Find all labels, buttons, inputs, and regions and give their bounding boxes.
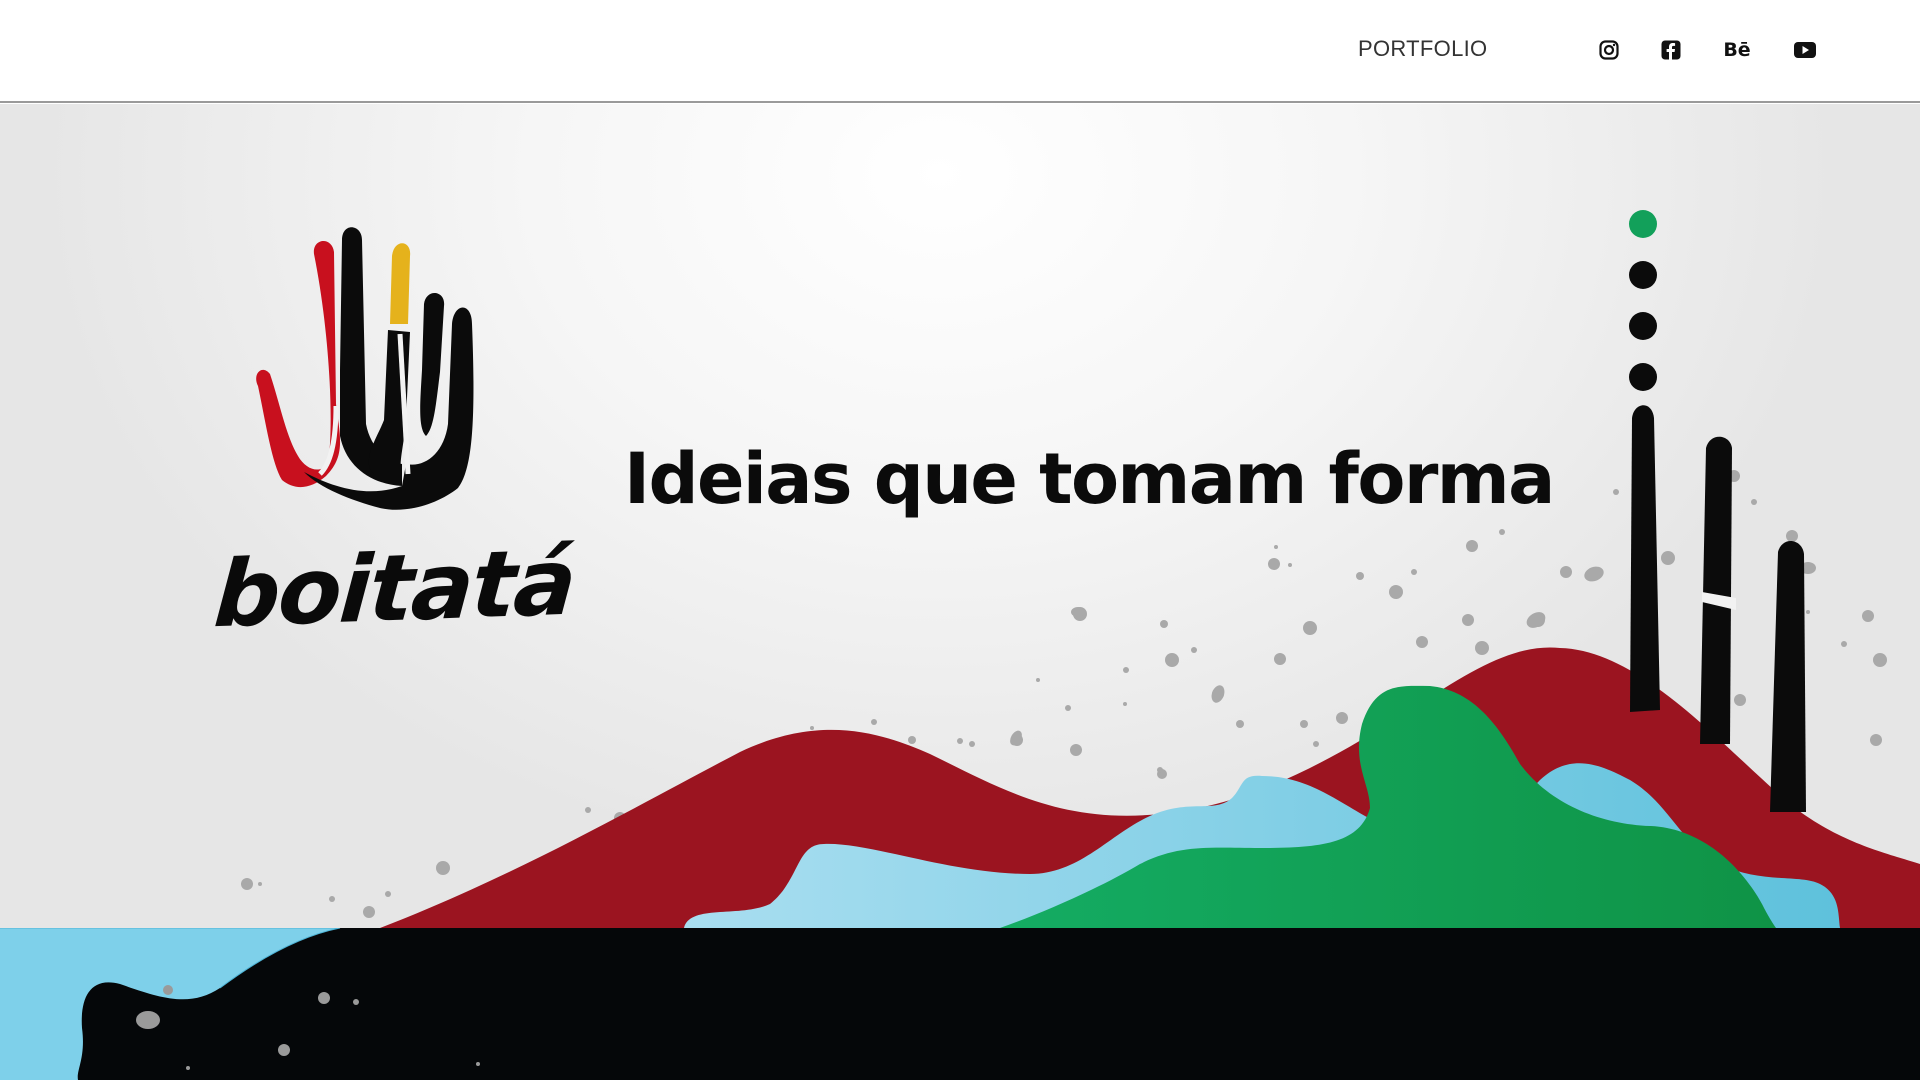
dark-section-illustration (0, 928, 480, 1080)
slider-dot-4[interactable] (1629, 363, 1657, 391)
behance-icon[interactable]: Bē (1722, 36, 1752, 64)
hero-section: boitatá Ideias que tomam forma (0, 104, 1920, 928)
slider-dot-3[interactable] (1629, 312, 1657, 340)
top-navigation-bar: PORTFOLIO Bē (0, 0, 1920, 103)
dark-section (0, 928, 1920, 1080)
facebook-icon[interactable] (1658, 36, 1684, 64)
brand-logo[interactable]: boitatá (205, 224, 578, 664)
slider-pagination (1629, 210, 1657, 414)
nav-link-portfolio[interactable]: PORTFOLIO (1358, 36, 1487, 62)
hero-headline: Ideias que tomam forma (624, 438, 1555, 520)
slider-dot-2[interactable] (1629, 261, 1657, 289)
youtube-icon[interactable] (1792, 36, 1818, 64)
brand-logo-text: boitatá (210, 528, 579, 649)
slider-dot-1[interactable] (1629, 210, 1657, 238)
instagram-icon[interactable] (1596, 36, 1622, 64)
